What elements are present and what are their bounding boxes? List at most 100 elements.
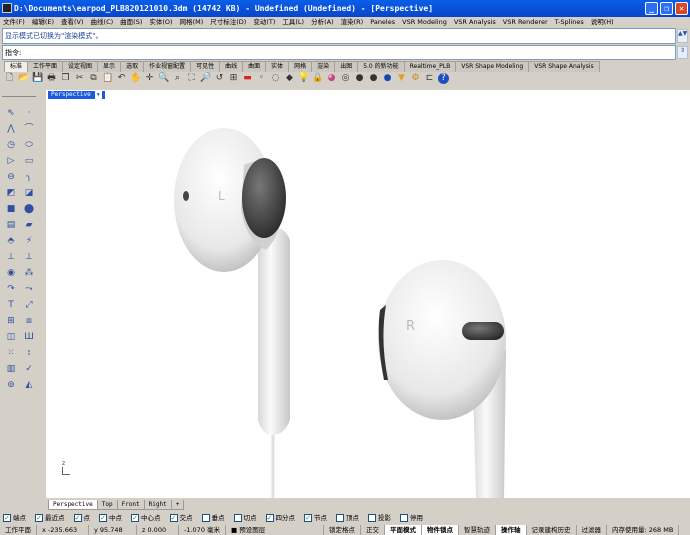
toolbar-tab[interactable]: 作业视窗配置 [143, 61, 192, 72]
ungroup-icon[interactable]: ⁂ [23, 267, 35, 279]
menu-item[interactable]: 曲面(S) [120, 17, 142, 28]
toolbar-tab[interactable]: 标准 [4, 61, 29, 72]
osnap-10[interactable]: 顶点 [336, 513, 359, 523]
ellipse-icon[interactable]: ⬭ [23, 139, 35, 151]
array-icon[interactable]: ⊞ [5, 315, 17, 327]
sphere-gray-icon[interactable]: ● [354, 73, 365, 84]
fillet-icon[interactable]: ↷ [5, 283, 17, 295]
close-button[interactable]: ✕ [675, 2, 688, 15]
menu-item[interactable]: 分析(A) [311, 17, 334, 28]
render-icon[interactable]: ⊚ [5, 379, 17, 391]
menu-item[interactable]: VSR Modeling [402, 17, 447, 28]
split-icon[interactable]: ⊥ [23, 251, 35, 263]
cut-icon[interactable]: ✂ [74, 73, 85, 84]
menu-item[interactable]: 尺寸标注(D) [210, 17, 246, 28]
status-toggle[interactable]: 平面模式 [385, 525, 423, 535]
car-icon[interactable]: ▬ [242, 73, 253, 84]
menu-item[interactable]: 网格(M) [180, 17, 204, 28]
toolbar-tab[interactable]: 设定视图 [62, 61, 99, 72]
paste-icon[interactable]: 📋 [102, 73, 113, 84]
command-scrollbar[interactable]: ⇕ [677, 46, 688, 59]
zoom-icon[interactable]: 🔍 [158, 73, 169, 84]
copy-icon[interactable]: ⧉ [88, 73, 99, 84]
osnap-checkbox[interactable]: ✓ [169, 514, 178, 522]
osnap-9[interactable]: ✓ 节点 [304, 513, 327, 523]
menu-item[interactable]: VSR Renderer [503, 17, 548, 28]
help-icon[interactable]: ? [438, 73, 449, 84]
print-icon[interactable]: 🖶 [46, 73, 57, 84]
transform-icon[interactable]: ⤢ [23, 299, 35, 311]
cylinder-icon[interactable]: ◫ [5, 331, 17, 343]
wheel-icon[interactable]: ◎ [340, 73, 351, 84]
osnap-checkbox[interactable]: ✓ [35, 514, 43, 522]
viewport-tab[interactable]: Top [96, 500, 118, 510]
toolbar-tab[interactable]: 可见性 [190, 61, 221, 72]
undo-icon[interactable]: ↶ [116, 73, 127, 84]
four-viewports-icon[interactable]: ⊞ [228, 73, 239, 84]
check-icon[interactable]: ✓ [23, 363, 35, 375]
loft-icon[interactable]: ◪ [23, 187, 35, 199]
boolean-icon[interactable]: ⬘ [5, 235, 17, 247]
osnap-checkbox[interactable]: ✓ [73, 514, 82, 522]
osnap-4[interactable]: ✓ 中心点 [131, 513, 161, 523]
menu-item[interactable]: 工具(L) [282, 17, 304, 28]
toolbar-tab[interactable]: 曲面 [242, 61, 267, 72]
undo-view-icon[interactable]: ↺ [214, 73, 225, 84]
light-icon[interactable]: 💡 [298, 73, 309, 84]
osnap-11[interactable]: 投影 [368, 513, 391, 523]
polygon-icon[interactable]: ⊖ [5, 171, 17, 183]
perspective-viewport[interactable]: Perspective ▼ L R z [46, 90, 690, 498]
status-toggle[interactable]: 智慧轨迹 [459, 525, 497, 535]
menu-item[interactable]: T-Splines [555, 17, 584, 28]
status-toggle[interactable]: 正交 [361, 525, 386, 535]
status-toggle[interactable]: 过滤器 [577, 525, 608, 535]
osnap-checkbox[interactable] [336, 514, 344, 522]
toolbar-grip[interactable] [2, 96, 36, 99]
osnap-3[interactable]: ✓ 中点 [99, 513, 122, 523]
text-icon[interactable]: T [5, 299, 17, 311]
osnap-checkbox[interactable] [368, 514, 376, 522]
sphere-dark-icon[interactable]: ● [368, 73, 379, 84]
gear-icon[interactable]: ⚙ [410, 73, 421, 84]
viewport-tab[interactable]: Perspective [48, 500, 98, 510]
analysis-icon[interactable]: ▥ [5, 363, 17, 375]
toolbar-tab[interactable]: 出图 [334, 61, 359, 72]
osnap-checkbox[interactable] [400, 514, 408, 522]
osnap-2[interactable]: ✓ 点 [73, 513, 90, 523]
minimize-button[interactable]: _ [645, 2, 658, 15]
save-icon[interactable]: 💾 [32, 73, 43, 84]
color-icon[interactable]: ◕ [326, 73, 337, 84]
lock-icon[interactable]: 🔒 [312, 73, 323, 84]
toolbar-tab[interactable]: 显示 [97, 61, 122, 72]
menu-item[interactable]: 实体(O) [149, 17, 172, 28]
menu-item[interactable]: VSR Analysis [454, 17, 496, 28]
trim-icon[interactable]: ⊥ [5, 251, 17, 263]
status-toggle[interactable]: 记录建构历史 [527, 525, 577, 535]
fillet-curve-icon[interactable]: ╮ [23, 171, 35, 183]
layer-icon[interactable]: ◆ [284, 73, 295, 84]
osnap-icon[interactable]: ◦ [256, 73, 267, 84]
status-toggle[interactable]: 物件锁点 [422, 525, 460, 535]
toolbar-tab[interactable]: 网格 [288, 61, 313, 72]
add-viewport-tab[interactable]: + [170, 500, 185, 510]
cplane-label[interactable]: 工作平面 [0, 525, 37, 535]
osnap-0[interactable]: ✓ 端点 [3, 513, 26, 523]
mirror-icon[interactable]: ⧈ [23, 315, 35, 327]
dimension-icon[interactable]: Ш [23, 331, 35, 343]
toolbar-tab[interactable]: 5.0 的新功能 [357, 61, 405, 72]
osnap-7[interactable]: 切点 [233, 513, 257, 523]
zoom-selected-icon[interactable]: 🔎 [200, 73, 211, 84]
osnap-checkbox[interactable] [233, 514, 242, 522]
osnap-5[interactable]: ✓ 交点 [169, 513, 193, 523]
osnap-checkbox[interactable]: ✓ [99, 514, 107, 522]
pan-icon[interactable]: ✋ [130, 73, 141, 84]
toolbar-tab[interactable]: 曲线 [219, 61, 244, 72]
properties-icon[interactable]: ❐ [60, 73, 71, 84]
open-icon[interactable]: 📂 [18, 73, 29, 84]
toolbar-tab[interactable]: VSR Shape Modeling [455, 61, 530, 72]
sphere-blue-icon[interactable]: ● [382, 73, 393, 84]
blend-icon[interactable]: ⤳ [23, 283, 35, 295]
viewport-tab[interactable]: Front [116, 500, 145, 510]
menu-item[interactable]: 渲染(R) [341, 17, 364, 28]
network-icon[interactable]: ⊏ [424, 73, 435, 84]
